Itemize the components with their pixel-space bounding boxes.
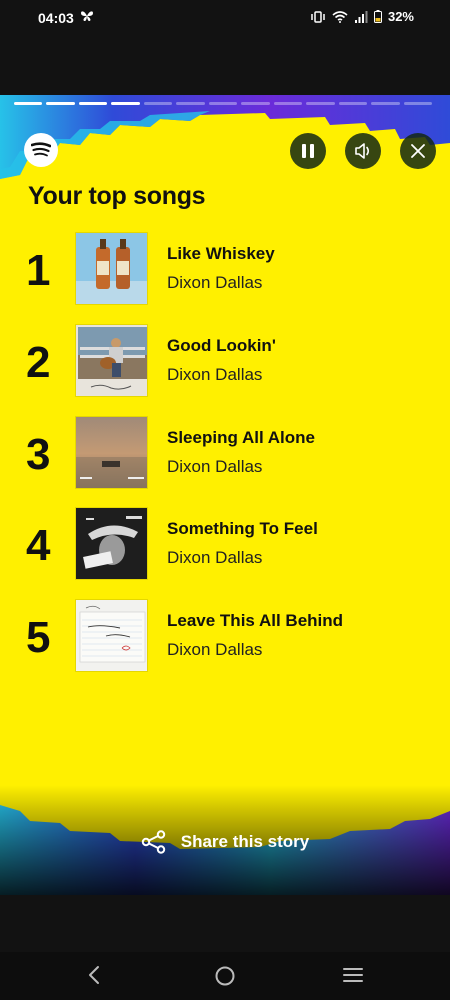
album-cover (75, 507, 148, 580)
progress-segment (176, 102, 205, 105)
progress-segment (403, 102, 433, 105)
song-artist: Dixon Dallas (167, 273, 263, 292)
progress-segment (143, 102, 173, 105)
system-nav-bar (0, 952, 450, 1000)
album-cover (75, 232, 148, 305)
song-title: Leave This All Behind (167, 611, 344, 630)
mute-button[interactable] (345, 133, 381, 169)
song-title: Sleeping All Alone (167, 428, 315, 447)
close-button[interactable] (400, 133, 436, 169)
song-artist: Dixon Dallas (167, 457, 263, 476)
album-cover (75, 599, 148, 672)
song-artist: Dixon Dallas (167, 548, 263, 567)
progress-segment (338, 102, 368, 105)
song-title: Something To Feel (167, 519, 318, 538)
nav-recents-button[interactable] (342, 964, 364, 991)
share-story-button[interactable]: Share this story (0, 830, 450, 854)
song-artist: Dixon Dallas (167, 365, 263, 384)
spotify-logo (24, 133, 58, 167)
song-rank: 4 (26, 521, 51, 570)
progress-segment (306, 102, 335, 105)
progress-segment (46, 102, 75, 105)
song-rank: 3 (26, 430, 51, 479)
back-icon (89, 966, 99, 984)
song-row[interactable]: 1 Like Whiskey Dixon Dallas (0, 232, 450, 306)
nav-back-button[interactable] (86, 964, 102, 991)
song-row[interactable]: 4 Something To Feel Dixon Dallas (0, 507, 450, 581)
battery-icon (373, 10, 382, 23)
song-rank: 2 (26, 338, 51, 387)
battery-level: 32% (387, 9, 414, 24)
nav-home-button[interactable] (213, 964, 237, 993)
story-card[interactable]: Your top songs 1 Like Whiskey Dixon Dall… (0, 95, 450, 895)
song-title: Good Lookin' (167, 336, 276, 355)
progress-segment (111, 102, 140, 105)
close-icon (411, 144, 425, 158)
spotify-icon (31, 142, 51, 157)
share-label: Share this story (180, 832, 310, 851)
pause-icon (302, 144, 314, 158)
vibrate-icon (310, 10, 326, 23)
progress-segment (208, 102, 238, 105)
share-icon (141, 830, 165, 854)
progress-segment (241, 102, 270, 105)
pause-button[interactable] (290, 133, 326, 169)
speaker-icon (355, 143, 370, 159)
song-rank: 1 (26, 246, 51, 295)
signal-icon (354, 10, 368, 23)
song-artist: Dixon Dallas (167, 640, 263, 659)
song-row[interactable]: 5 Leave This All Behind Dixon Dallas (0, 599, 450, 673)
wifi-icon (332, 10, 348, 23)
song-row[interactable]: 3 Sleeping All Alone Dixon Dallas (0, 416, 450, 490)
song-title: Like Whiskey (167, 244, 275, 263)
song-row[interactable]: 2 Good Lookin' Dixon Dallas (0, 324, 450, 398)
story-title: Your top songs (28, 182, 206, 210)
album-cover (75, 416, 148, 489)
album-cover (75, 324, 148, 397)
progress-segment (14, 102, 43, 105)
recents-icon (343, 968, 363, 982)
butterfly-icon (80, 10, 94, 25)
status-bar: 04:03 32% (0, 0, 450, 40)
status-time: 04:03 (38, 10, 74, 26)
home-icon (215, 966, 235, 986)
story-progress (14, 102, 433, 105)
status-icons: 32% (310, 9, 414, 24)
song-rank: 5 (26, 613, 51, 662)
progress-segment (273, 102, 303, 105)
progress-segment (78, 102, 108, 105)
progress-segment (371, 102, 400, 105)
